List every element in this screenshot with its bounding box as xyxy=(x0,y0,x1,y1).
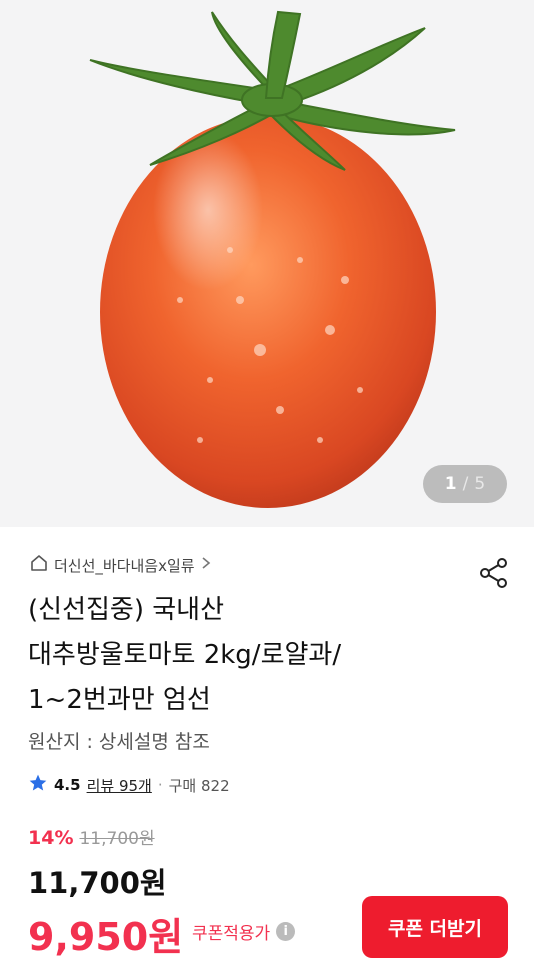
product-title-line: 대추방울토마토 2kg/로얄과/ xyxy=(28,640,342,670)
share-button[interactable] xyxy=(477,556,511,590)
discount-row: 14% 11,700원 xyxy=(28,824,155,849)
product-title: (신선집중) 국내산 대추방울토마토 2kg/로얄과/ 1~2번과만 엄선 xyxy=(28,588,468,723)
product-title-line: 1~2번과만 엄선 xyxy=(28,685,211,715)
sale-price: 11,700원 xyxy=(28,866,167,900)
chevron-right-icon xyxy=(201,556,211,574)
coupon-price: 9,950원 xyxy=(28,915,184,959)
image-counter-total: 5 xyxy=(474,474,486,494)
share-icon xyxy=(480,558,507,588)
product-image-gallery[interactable]: 1 / 5 xyxy=(0,0,534,527)
store-name: 더신선_바다내음x일류 xyxy=(54,556,195,575)
star-icon xyxy=(28,773,48,797)
origin-info: 원산지 : 상세설명 참조 xyxy=(28,731,210,753)
store-link[interactable]: 더신선_바다내음x일류 xyxy=(30,554,211,576)
purchase-count: 구매 822 xyxy=(168,776,230,795)
image-counter: 1 / 5 xyxy=(423,465,507,503)
tomato-product-image xyxy=(0,0,534,527)
get-coupon-button[interactable]: 쿠폰 더받기 xyxy=(362,896,508,958)
coupon-note-label: 쿠폰적용가 xyxy=(192,924,271,944)
product-title-line: (신선집중) 국내산 xyxy=(28,595,224,625)
rating-score: 4.5 xyxy=(54,776,81,794)
info-icon[interactable]: i xyxy=(276,922,296,941)
home-icon xyxy=(30,554,48,576)
reviews-link[interactable]: 리뷰 95개 xyxy=(87,775,152,796)
image-counter-separator: / xyxy=(462,474,469,494)
discount-rate: 14% xyxy=(28,827,74,849)
original-price: 11,700원 xyxy=(79,829,155,849)
image-counter-current: 1 xyxy=(444,474,457,494)
separator-dot: · xyxy=(157,776,163,794)
rating-row: 4.5 리뷰 95개 · 구매 822 xyxy=(28,773,230,797)
coupon-note: 쿠폰적용가 i xyxy=(192,919,296,944)
